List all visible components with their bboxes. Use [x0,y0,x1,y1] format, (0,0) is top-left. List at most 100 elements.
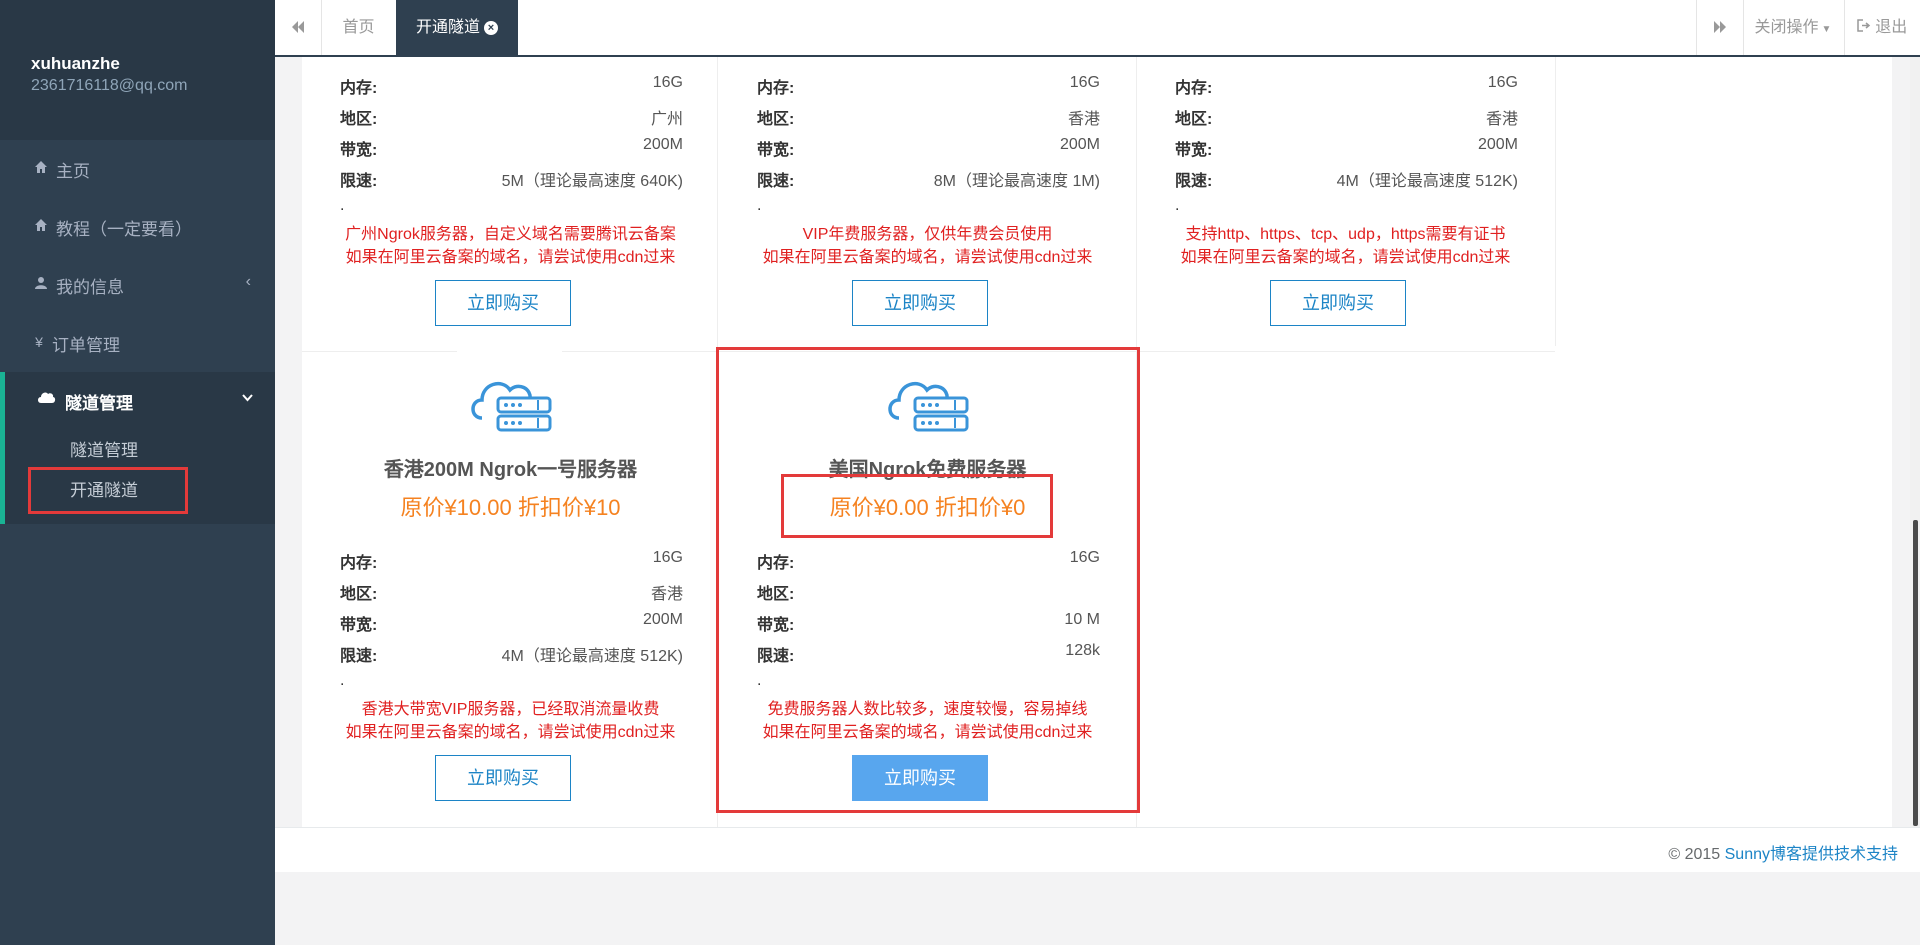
sidebar-item-label: 教程（一定要看） [56,220,192,239]
profile-username[interactable]: xuhuanzhe [31,54,120,74]
sidebar-item-label: 主页 [56,162,90,181]
spec-value: 香港 [650,586,683,603]
buy-now-button[interactable]: 立即购买 [435,280,571,326]
cloud-icon [36,389,56,409]
sidebar-item-label: 订单管理 [52,336,120,355]
buy-now-button[interactable]: 立即购买 [852,280,988,326]
server-description-cdn: 如果在阿里云备案的域名，请尝试使用cdn过来 [345,249,676,266]
spec-value: 200M [1477,136,1518,153]
yen-icon: ¥ [35,334,43,350]
spec-label: 地区: [340,586,378,603]
footer: © 2015 Sunny博客提供技术支持 [275,827,1920,872]
spec-value: 16G [1487,74,1518,91]
spec-label: 地区: [1175,111,1213,128]
sidebar-subitem-tunnel-manage[interactable]: 隧道管理 [70,436,138,461]
card-divider [302,351,457,352]
scroll-tabs-left-button[interactable] [275,0,322,55]
sidebar-item-orders[interactable]: ¥ 订单管理 [0,314,275,370]
spec-row-bandwidth: 带宽: 200M [757,136,1100,166]
spec-value: 香港 [1485,111,1518,128]
spec-value: 4M（理论最高速度 512K) [501,648,683,665]
spec-label: 限速: [340,648,378,665]
tab-bar: 首页 开通隧道 × 关闭操作 ▼ 退出 [275,0,1920,57]
buy-now-button[interactable]: 立即购买 [1270,280,1406,326]
double-chevron-left-icon [291,17,305,37]
spec-row-memory: 内存: 16G [757,74,1100,104]
profile-email: 2361716118@qq.com [31,77,188,94]
spec-row-region: 地区: 香港 [757,105,1100,135]
logout-button[interactable]: 退出 [1844,0,1920,55]
tab-open-tunnel[interactable]: 开通隧道 × [396,0,518,55]
spec-row-bandwidth: 带宽: 200M [340,611,683,641]
tab-home[interactable]: 首页 [321,0,397,55]
logout-label: 退出 [1875,19,1908,36]
sidebar-item-tutorial[interactable]: 教程（一定要看） [0,198,275,254]
profile-panel: xuhuanzhe 2361716118@qq.com [0,0,275,140]
spec-value: 16G [1069,74,1100,91]
spec-row-memory: 内存: 16G [1175,74,1518,104]
home-icon [32,160,50,177]
spec-label: 内存: [340,80,378,97]
spec-value: 200M [642,136,683,153]
spec-row-limit: 限速: 5M（理论最高速度 640K) [340,167,683,197]
spec-dot: . [1175,197,1180,214]
sidebar-item-home[interactable]: 主页 [0,140,275,196]
spec-label: 带宽: [1175,142,1213,159]
scroll-tabs-right-button[interactable] [1696,0,1744,55]
spec-row-memory: 内存: 16G [340,74,683,104]
chevron-down-icon [242,390,253,405]
spec-label: 限速: [340,173,378,190]
spec-dot: . [757,197,762,214]
sidebar-item-label: 隧道管理 [65,394,133,413]
spec-label: 内存: [340,555,378,572]
spec-label: 内存: [757,80,795,97]
sidebar: xuhuanzhe 2361716118@qq.com 主页 教程（一定要看） … [0,0,275,945]
spec-label: 内存: [1175,80,1213,97]
spec-value: 5M（理论最高速度 640K) [501,173,683,190]
spec-label: 带宽: [340,617,378,634]
double-chevron-right-icon [1713,17,1727,37]
spec-label: 带宽: [340,142,378,159]
spec-row-bandwidth: 带宽: 200M [1175,136,1518,166]
sidebar-item-tunnel[interactable]: 隧道管理 [5,372,275,428]
spec-value: 广州 [650,111,683,128]
server-description: 广州Ngrok服务器，自定义域名需要腾讯云备案 [345,226,676,243]
spec-dot: . [340,672,345,689]
scrollbar-thumb[interactable] [1913,520,1918,826]
user-icon [32,276,50,293]
spec-row-region: 地区: 香港 [1175,105,1518,135]
spec-value: 200M [1059,136,1100,153]
sign-out-icon [1857,19,1875,36]
spec-label: 地区: [757,111,795,128]
spec-value: 16G [652,74,683,91]
tab-label: 开通隧道 [415,19,480,36]
spec-row-memory: 内存: 16G [340,549,683,579]
close-operations-dropdown[interactable]: 关闭操作 ▼ [1742,0,1845,55]
chevron-left-icon: ‹ [245,273,251,290]
server-description: 香港大带宽VIP服务器，已经取消流量收费 [361,701,660,718]
spec-row-bandwidth: 带宽: 200M [340,136,683,166]
highlight-box-free-server [716,347,1140,813]
server-description: VIP年费服务器，仅供年费会员使用 [802,226,1053,243]
server-title: 香港200M Ngrok一号服务器 [383,459,638,481]
spec-dot: . [340,197,345,214]
spec-label: 限速: [1175,173,1213,190]
spec-label: 地区: [340,111,378,128]
spec-value: 香港 [1067,111,1100,128]
spec-label: 带宽: [757,142,795,159]
footer-text: © 2015 Sunny博客提供技术支持 [1668,840,1898,864]
sidebar-item-my-info[interactable]: 我的信息 ‹ [0,256,275,312]
server-description-cdn: 如果在阿里云备案的域名，请尝试使用cdn过来 [762,249,1093,266]
spec-value: 200M [642,611,683,628]
spec-row-limit: 限速: 4M（理论最高速度 512K) [1175,167,1518,197]
cloud-server-icon [471,381,552,432]
highlight-box-open-tunnel [28,467,188,514]
highlight-box-free-price [781,474,1053,538]
buy-now-button[interactable]: 立即购买 [435,755,571,801]
spec-value: 8M（理论最高速度 1M) [933,173,1100,190]
copyright-text: © 2015 [1668,846,1725,863]
spec-row-region: 地区: 香港 [340,580,683,610]
footer-link[interactable]: Sunny博客提供技术支持 [1725,846,1898,863]
close-tab-icon[interactable]: × [484,21,498,35]
spec-row-limit: 限速: 8M（理论最高速度 1M) [757,167,1100,197]
